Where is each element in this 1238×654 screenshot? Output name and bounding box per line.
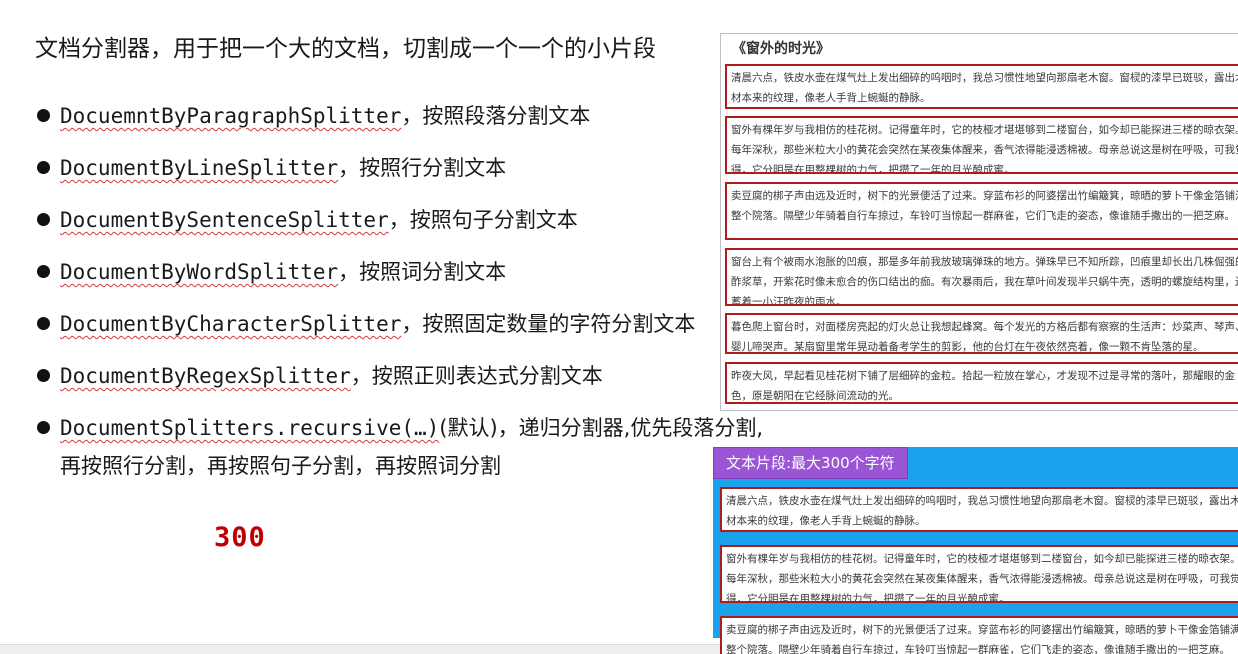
- segment-paragraph: 清晨六点，铁皮水壶在煤气灶上发出细碎的呜咽时，我总习惯性地望向那扇老木窗。窗棂的…: [720, 487, 1238, 532]
- splitter-class-name: DocumentSplitters.recursive(…): [60, 416, 440, 440]
- segment-paragraph: 卖豆腐的梆子声由远及近时，树下的光景便活了过来。穿蓝布衫的阿婆摆出竹编簸箕，晾晒…: [720, 616, 1238, 654]
- splitter-class-name: DocumentBySentenceSplitter: [60, 208, 389, 232]
- source-document: 《窗外的时光》 清晨六点，铁皮水壶在煤气灶上发出细碎的呜咽时，我总习惯性地望向那…: [720, 33, 1238, 411]
- splitter-description: ，按照固定数量的字符分割文本: [401, 312, 696, 336]
- document-paragraph: 卖豆腐的梆子声由远及近时，树下的光景便活了过来。穿蓝布衫的阿婆摆出竹编簸箕，晾晒…: [725, 182, 1238, 240]
- splitter-list: DocuemntByParagraphSplitter，按照段落分割文本 Doc…: [35, 97, 763, 485]
- document-paragraph: 清晨六点，铁皮水壶在煤气灶上发出细碎的呜咽时，我总习惯性地望向那扇老木窗。窗棂的…: [725, 64, 1238, 109]
- bottom-scrollbar[interactable]: [0, 644, 720, 654]
- splitter-class-name: DocumentByWordSplitter: [60, 260, 339, 284]
- bullet-dot-icon: [37, 213, 50, 226]
- splitter-class-name: DocumentByLineSplitter: [60, 156, 339, 180]
- list-item: DocumentByLineSplitter，按照行分割文本: [35, 149, 763, 201]
- document-title: 《窗外的时光》: [732, 41, 830, 57]
- splitter-description: ，按照句子分割文本: [388, 208, 578, 232]
- bullet-dot-icon: [37, 369, 50, 382]
- splitter-description-continued: 再按照行分割，再按照句子分割，再按照词分割: [60, 454, 501, 478]
- slide-heading: 文档分割器，用于把一个大的文档，切割成一个一个的小片段: [35, 36, 656, 62]
- splitter-class-name: DocumentByCharacterSplitter: [60, 312, 402, 336]
- document-paragraph: 昨夜大风，早起看见桂花树下铺了层细碎的金粒。拾起一粒放在掌心，才发现不过是寻常的…: [725, 362, 1238, 404]
- bullet-dot-icon: [37, 161, 50, 174]
- max-chars-number: 300: [214, 522, 266, 553]
- list-item: DocumentByWordSplitter，按照词分割文本: [35, 253, 763, 305]
- splitter-description: ，按照段落分割文本: [401, 104, 591, 128]
- list-item: DocumentSplitters.recursive(…)(默认)，递归分割器…: [35, 409, 763, 485]
- splitter-description: (默认)，递归分割器,优先段落分割,: [439, 416, 764, 440]
- splitter-class-name: DocumentByRegexSplitter: [60, 364, 351, 388]
- list-item: DocumentByRegexSplitter，按照正则表达式分割文本: [35, 357, 763, 409]
- splitter-description: ，按照词分割文本: [338, 260, 507, 284]
- document-paragraph: 窗外有棵年岁与我相仿的桂花树。记得童年时，它的枝桠才堪堪够到二楼窗台，如今却已能…: [725, 116, 1238, 174]
- segment-panel: 文本片段:最大300个字符 清晨六点，铁皮水壶在煤气灶上发出细碎的呜咽时，我总习…: [713, 447, 1238, 654]
- list-item: DocumentByCharacterSplitter，按照固定数量的字符分割文…: [35, 305, 763, 357]
- bullet-dot-icon: [37, 421, 50, 434]
- segment-paragraph: 窗外有棵年岁与我相仿的桂花树。记得童年时，它的枝桠才堪堪够到二楼窗台，如今却已能…: [720, 545, 1238, 603]
- splitter-description: ，按照行分割文本: [338, 156, 507, 180]
- document-paragraph: 暮色爬上窗台时，对面楼房亮起的灯火总让我想起蜂窝。每个发光的方格后都有察察的生活…: [725, 313, 1238, 354]
- bullet-dot-icon: [37, 317, 50, 330]
- list-item: DocumentBySentenceSplitter，按照句子分割文本: [35, 201, 763, 253]
- list-item: DocuemntByParagraphSplitter，按照段落分割文本: [35, 97, 763, 149]
- bullet-dot-icon: [37, 109, 50, 122]
- bullet-dot-icon: [37, 265, 50, 278]
- splitter-class-name: DocuemntByParagraphSplitter: [60, 104, 402, 128]
- slide: 文档分割器，用于把一个大的文档，切割成一个一个的小片段 DocuemntByPa…: [0, 0, 1238, 654]
- splitter-description: ，按照正则表达式分割文本: [350, 364, 603, 388]
- segment-label: 文本片段:最大300个字符: [713, 447, 908, 479]
- document-paragraph: 窗台上有个被雨水泡胀的凹痕，那是多年前我放玻璃弹珠的地方。弹珠早已不知所踪，凹痕…: [725, 248, 1238, 306]
